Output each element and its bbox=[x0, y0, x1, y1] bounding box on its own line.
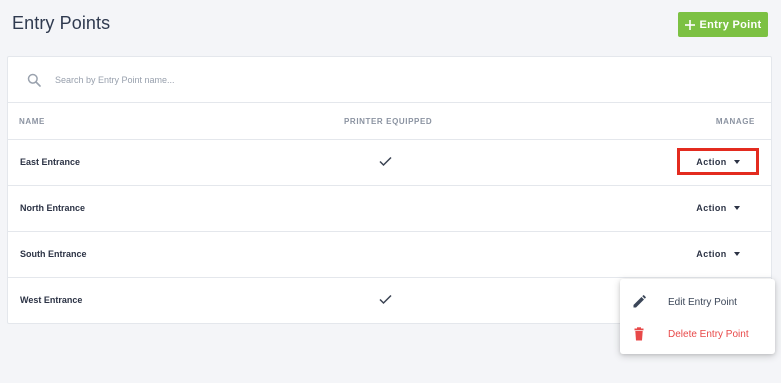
checkmark-icon bbox=[379, 292, 392, 305]
action-dropdown-button[interactable]: Action bbox=[677, 194, 759, 221]
delete-entry-point-menu-item[interactable]: Delete Entry Point bbox=[620, 318, 775, 350]
action-label: Action bbox=[696, 248, 727, 259]
entry-point-name: East Entrance bbox=[20, 157, 81, 167]
search-icon bbox=[27, 73, 41, 87]
entry-point-name: North Entrance bbox=[20, 203, 86, 213]
trash-icon bbox=[632, 327, 646, 341]
page: Entry Points Entry Point NAME PRINTER EQ… bbox=[0, 0, 781, 383]
action-label: Action bbox=[696, 156, 727, 167]
add-entry-point-label: Entry Point bbox=[699, 18, 762, 31]
action-label: Action bbox=[696, 202, 727, 213]
edit-entry-point-label: Edit Entry Point bbox=[668, 296, 737, 308]
action-menu: Edit Entry Point Delete Entry Point bbox=[620, 279, 775, 354]
table-header: NAME PRINTER EQUIPPED MANAGE bbox=[8, 103, 771, 140]
page-title: Entry Points bbox=[12, 13, 111, 33]
table-row: North Entrance Action bbox=[8, 186, 771, 232]
entry-point-name: South Entrance bbox=[20, 249, 87, 259]
search-bar bbox=[8, 57, 771, 103]
caret-down-icon bbox=[733, 159, 740, 164]
pencil-icon bbox=[632, 295, 646, 309]
column-header-printer-equipped: PRINTER EQUIPPED bbox=[344, 117, 433, 126]
add-entry-point-button[interactable]: Entry Point bbox=[678, 12, 768, 37]
caret-down-icon bbox=[733, 251, 740, 256]
table-row: South Entrance Action bbox=[8, 232, 771, 278]
caret-down-icon bbox=[733, 205, 740, 210]
entry-point-name: West Entrance bbox=[20, 295, 83, 305]
edit-entry-point-menu-item[interactable]: Edit Entry Point bbox=[620, 286, 775, 318]
column-header-name: NAME bbox=[19, 117, 45, 126]
delete-entry-point-label: Delete Entry Point bbox=[668, 328, 749, 340]
table-row: East Entrance Action bbox=[8, 140, 771, 186]
column-header-manage: MANAGE bbox=[715, 117, 755, 126]
plus-icon bbox=[684, 19, 695, 30]
checkmark-icon bbox=[379, 154, 392, 167]
search-input[interactable] bbox=[55, 74, 455, 85]
action-dropdown-button[interactable]: Action bbox=[677, 240, 759, 267]
action-dropdown-button[interactable]: Action bbox=[677, 148, 759, 175]
